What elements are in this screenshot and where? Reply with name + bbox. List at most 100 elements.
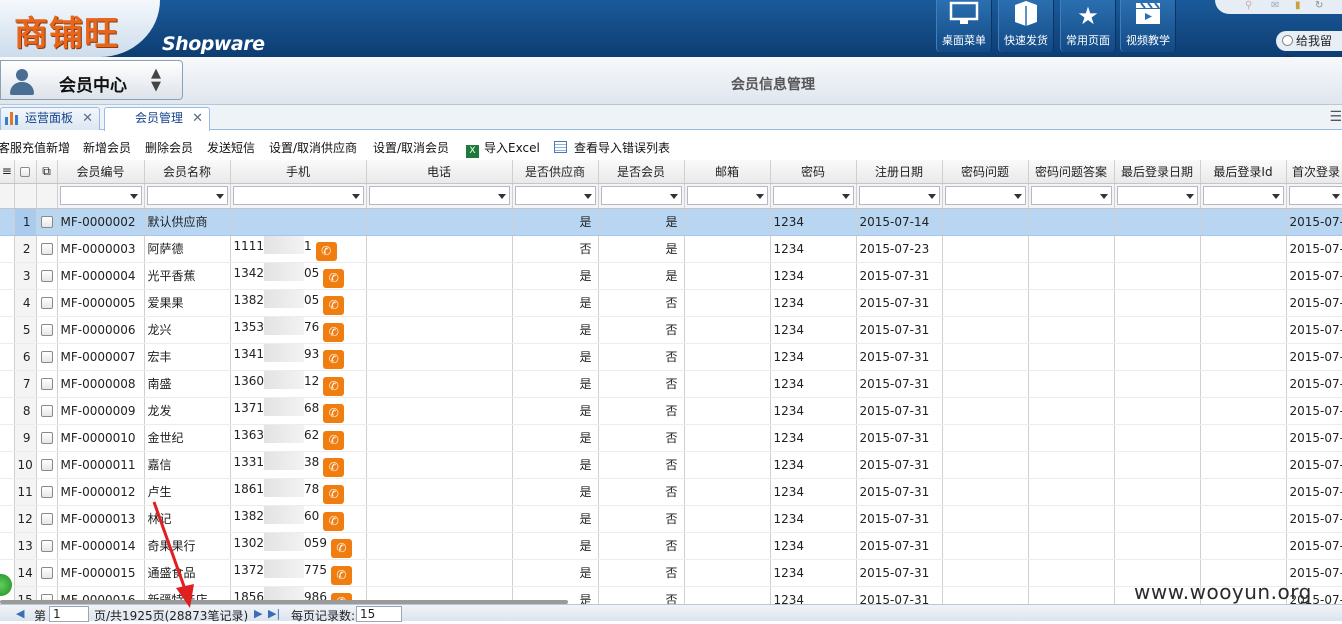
row-checkbox[interactable] <box>36 262 58 290</box>
view-import-errors-button[interactable]: 查看导入错误列表 <box>554 139 670 156</box>
row-checkbox[interactable] <box>36 451 58 479</box>
column-header[interactable]: 会员名称 <box>144 160 231 184</box>
common-pages-button[interactable]: ★ 常用页面 <box>1060 0 1116 52</box>
phone-call-icon[interactable]: ✆ <box>323 458 345 477</box>
note-icon[interactable]: ▮ <box>1295 0 1301 11</box>
filter-dropdown[interactable] <box>1028 183 1115 209</box>
column-header[interactable]: 密码问题答案 <box>1028 160 1115 184</box>
table-row[interactable]: 6 MF-0000007 宏丰 1341 93 ✆ 是否 1234 2015-07-31 2015… <box>0 343 1342 371</box>
desktop-menu-button[interactable]: 桌面菜单 <box>936 0 992 52</box>
toggle-supplier-button[interactable]: 设置/取消供应商 <box>269 139 357 156</box>
phone-call-icon[interactable]: ✆ <box>323 512 345 531</box>
column-header[interactable]: 会员编号 <box>57 160 145 184</box>
phone-call-icon[interactable]: ✆ <box>323 269 345 288</box>
is-member: 否 <box>598 424 685 452</box>
first-login: 2015-07- <box>1286 262 1342 290</box>
register-date: 2015-07-31 <box>856 559 943 587</box>
phone-call-icon[interactable]: ✆ <box>323 377 345 396</box>
column-header[interactable]: 是否会员 <box>598 160 685 184</box>
filter-dropdown[interactable] <box>57 183 145 209</box>
row-checkbox[interactable] <box>36 208 58 236</box>
row-checkbox[interactable] <box>36 532 58 560</box>
filter-dropdown[interactable] <box>144 183 231 209</box>
phone-call-icon[interactable]: ✆ <box>323 431 345 450</box>
table-row[interactable]: 9 MF-0000010 金世纪 1363 62 ✆ 是否 1234 2015-07-31 201… <box>0 424 1342 452</box>
phone-call-icon[interactable]: ✆ <box>323 404 345 423</box>
row-checkbox[interactable] <box>36 424 58 452</box>
column-header[interactable]: 最后登录日期 <box>1114 160 1201 184</box>
filter-dropdown[interactable] <box>856 183 943 209</box>
select-all-header[interactable] <box>14 160 37 184</box>
page-number-input[interactable]: 1 <box>49 606 89 622</box>
filter-dropdown[interactable] <box>1286 183 1342 209</box>
phone-call-icon[interactable]: ✆ <box>323 350 345 369</box>
filter-dropdown[interactable] <box>684 183 771 209</box>
phone-call-icon[interactable]: ✆ <box>323 323 345 342</box>
table-row[interactable]: 4 MF-0000005 爱果果 1382 05 ✆ 是否 1234 2015-07-31 201… <box>0 289 1342 317</box>
column-header[interactable]: 密码问题 <box>942 160 1029 184</box>
leave-message-button[interactable]: 给我留言 <box>1276 31 1342 68</box>
column-header[interactable]: 电话 <box>366 160 513 184</box>
row-checkbox[interactable] <box>36 235 58 263</box>
phone-call-icon[interactable]: ✆ <box>323 485 345 504</box>
recharge-add-button[interactable]: 客服充值新增 <box>0 139 70 156</box>
table-row[interactable]: 5 MF-0000006 龙兴 1353 76 ✆ 是否 1234 2015-07-31 2015… <box>0 316 1342 344</box>
column-header[interactable]: 邮箱 <box>684 160 771 184</box>
video-tutorial-button[interactable]: 视频教学 <box>1120 0 1176 52</box>
column-header[interactable]: 首次登录 <box>1286 160 1342 184</box>
row-checkbox[interactable] <box>36 316 58 344</box>
column-header[interactable]: 最后登录Id <box>1200 160 1287 184</box>
close-icon[interactable]: ✕ <box>82 108 93 129</box>
import-excel-button[interactable]: X 导入Excel <box>466 139 540 158</box>
table-row[interactable]: 7 MF-0000008 南盛 1360 12 ✆ 是否 1234 2015-07-31 2015… <box>0 370 1342 398</box>
row-checkbox[interactable] <box>36 397 58 425</box>
column-header[interactable]: 是否供应商 <box>512 160 599 184</box>
search-icon[interactable]: ⚲ <box>1245 0 1252 11</box>
copy-header-icon[interactable]: ⧉ <box>36 160 58 184</box>
filter-dropdown[interactable] <box>230 183 367 209</box>
quick-ship-button[interactable]: 快速发货 <box>998 0 1054 52</box>
column-header[interactable]: 密码 <box>770 160 857 184</box>
row-number: 1 <box>14 208 37 236</box>
table-row[interactable]: 3 MF-0000004 光平香蕉 1342 05 ✆ 是是 1234 2015-07-31 20… <box>0 262 1342 290</box>
row-checkbox[interactable] <box>36 505 58 533</box>
table-row[interactable]: 1 MF-0000002 默认供应商 是是 1234 2015-07-14 2015-07- <box>0 208 1342 236</box>
phone-call-icon[interactable]: ✆ <box>330 539 352 558</box>
toggle-member-button[interactable]: 设置/取消会员 <box>373 139 449 156</box>
table-row[interactable]: 8 MF-0000009 龙发 1371 68 ✆ 是否 1234 2015-07-31 2015… <box>0 397 1342 425</box>
row-menu-header[interactable]: ≡ <box>0 160 15 184</box>
row-checkbox[interactable] <box>36 289 58 317</box>
tab-menu-icon[interactable]: ☰ <box>1329 109 1342 125</box>
filter-dropdown[interactable] <box>1114 183 1201 209</box>
is-supplier: 是 <box>512 532 599 560</box>
row-checkbox[interactable] <box>36 343 58 371</box>
tab-operations-panel[interactable]: 运营面板 ✕ <box>0 107 100 130</box>
row-checkbox[interactable] <box>36 559 58 587</box>
filter-dropdown[interactable] <box>598 183 685 209</box>
last-page-icon[interactable]: ▶| <box>268 607 280 620</box>
column-header[interactable]: 手机 <box>230 160 367 184</box>
mail-icon[interactable]: ✉ <box>1271 0 1279 11</box>
phone-call-icon[interactable]: ✆ <box>315 242 337 261</box>
refresh-icon[interactable]: ↻ <box>1315 0 1323 11</box>
page-size-stepper[interactable]: 15 <box>356 606 402 622</box>
close-icon[interactable]: ✕ <box>192 108 203 129</box>
phone-call-icon[interactable]: ✆ <box>330 566 352 585</box>
row-checkbox[interactable] <box>36 370 58 398</box>
filter-dropdown[interactable] <box>942 183 1029 209</box>
table-row[interactable]: 10 MF-0000011 嘉信 1331 38 ✆ 是否 1234 2015-07-31 201… <box>0 451 1342 479</box>
row-checkbox[interactable] <box>36 478 58 506</box>
tab-member-management[interactable]: 会员管理 ✕ <box>104 107 210 131</box>
filter-dropdown[interactable] <box>1200 183 1287 209</box>
next-page-icon[interactable]: ▶ <box>254 607 262 620</box>
phone-call-icon[interactable]: ✆ <box>323 296 345 315</box>
filter-dropdown[interactable] <box>770 183 857 209</box>
send-sms-button[interactable]: 发送短信 <box>207 139 255 156</box>
delete-member-button[interactable]: 删除会员 <box>145 139 193 156</box>
add-member-button[interactable]: 新增会员 <box>83 139 131 156</box>
prev-page-icon[interactable]: ◀ <box>16 607 24 620</box>
filter-dropdown[interactable] <box>512 183 599 209</box>
table-row[interactable]: 2 MF-0000003 阿萨德 1111 1 ✆ 否是 1234 2015-07-23 2015… <box>0 235 1342 263</box>
column-header[interactable]: 注册日期 <box>856 160 943 184</box>
filter-dropdown[interactable] <box>366 183 513 209</box>
